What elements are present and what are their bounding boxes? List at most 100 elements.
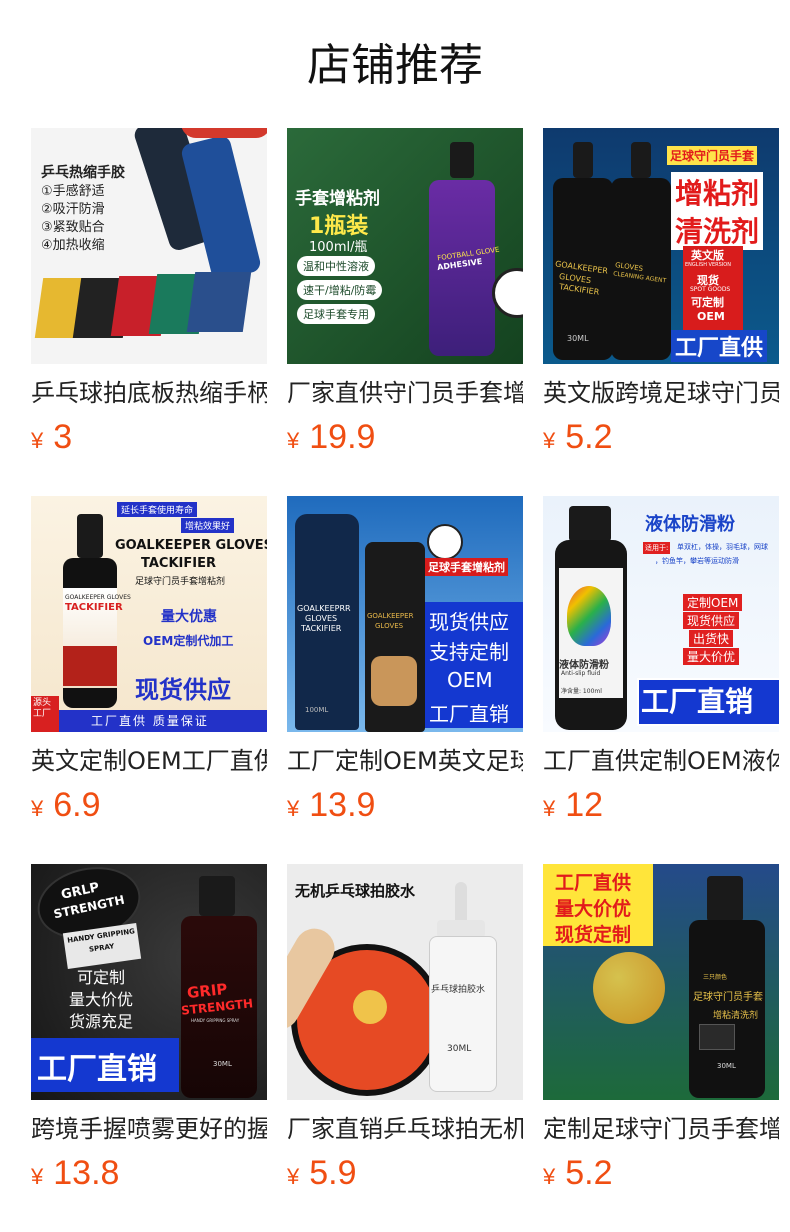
image-text: 乒乓热缩手胶 — [41, 165, 125, 181]
image-text: 源头工厂 — [33, 698, 52, 719]
product-card[interactable]: 工厂直供 量大价优 现货定制 三只颜色 足球守门员手套 增粘清洗剂 30ML 定… — [543, 864, 779, 1192]
image-text: 30ML — [447, 1044, 472, 1054]
price-value: 13.9 — [309, 786, 376, 824]
image-text: GOALKEEPER GLOVES — [115, 538, 267, 553]
product-card[interactable]: GOALKEEPRR GLOVES TACKIFIER 100ML GOALKE… — [287, 496, 523, 824]
image-text: 适用于: — [643, 542, 671, 554]
image-text: GOALKEEPRR — [297, 604, 351, 613]
image-text: 100ML — [305, 706, 329, 714]
page-title: 店铺推荐 — [307, 40, 483, 91]
product-name[interactable]: 英文定制OEM工厂直供守门员手套增粘剂 — [31, 746, 267, 776]
image-text: 手套增粘剂 — [295, 189, 380, 209]
product-image[interactable]: 工厂直供 量大价优 现货定制 三只颜色 足球守门员手套 增粘清洗剂 30ML — [543, 864, 779, 1100]
image-text: ，钓鱼竿，攀岩等运动防滑 — [655, 557, 739, 565]
image-text: 工厂直供 质量保证 — [91, 714, 209, 728]
product-card[interactable]: 无机乒乓球拍胶水 乒乓球拍胶水 30ML 厂家直销乒乓球拍无机胶水 ¥5.9 — [287, 864, 523, 1192]
product-card[interactable]: 延长手套使用寿命 增粘效果好 GOALKEEPER GLOVES TACKIFI… — [31, 496, 267, 824]
image-text: Anti-slip fluid — [561, 670, 601, 677]
product-image[interactable]: 乒乓热缩手胶 ①手感舒适 ②吸汗防滑 ③紧致贴合 ④加热收缩 — [31, 128, 267, 364]
currency-symbol: ¥ — [31, 1164, 44, 1189]
product-price: ¥5.2 — [543, 418, 613, 458]
image-text: TACKIFIER — [141, 556, 216, 571]
image-text: 净含量: 100ml — [561, 688, 602, 695]
product-price: ¥3 — [31, 418, 72, 458]
image-text: OEM定制代加工 — [143, 634, 234, 648]
image-text: 单双杠，体操，羽毛球，网球 — [677, 543, 768, 551]
image-text: ENGLISH VERSION — [685, 262, 731, 268]
image-text: 可定制 — [691, 296, 724, 309]
image-text: ①手感舒适 — [41, 184, 105, 199]
image-text: 30ML — [213, 1060, 232, 1068]
product-name[interactable]: 厂家直销乒乓球拍无机胶水 — [287, 1114, 523, 1144]
product-name[interactable]: 英文版跨境足球守门员手套增粘剂 — [543, 378, 779, 408]
price-value: 12 — [565, 786, 604, 824]
product-name[interactable]: 工厂直供定制OEM液体防滑粉 — [543, 746, 779, 776]
image-text: 增粘清洗剂 — [713, 1011, 759, 1021]
image-text: 增粘剂 — [671, 172, 764, 212]
currency-symbol: ¥ — [287, 1164, 300, 1189]
image-text: HANDY GRIPPING SPRAY — [191, 1018, 240, 1023]
product-name[interactable]: 工厂定制OEM英文足球守门员手套增粘剂 — [287, 746, 523, 776]
product-name[interactable]: 厂家直供守门员手套增粘剂 — [287, 378, 523, 408]
image-text: 液体防滑粉 — [645, 514, 735, 535]
product-card[interactable]: 足球守门员手套 增粘剂 清洗剂 英文版 ENGLISH VERSION 现货 S… — [543, 128, 779, 456]
product-card[interactable]: 乒乓热缩手胶 ①手感舒适 ②吸汗防滑 ③紧致贴合 ④加热收缩 乒乓球拍底板热缩手… — [31, 128, 267, 456]
product-name[interactable]: 定制足球守门员手套增粘剂 — [543, 1114, 779, 1144]
product-price: ¥13.8 — [31, 1154, 119, 1194]
image-text: GLOVES — [305, 614, 338, 623]
currency-symbol: ¥ — [543, 1164, 556, 1189]
image-text: GOALKEEPER — [367, 612, 414, 620]
image-text: GOALKEEPER GLOVES — [65, 594, 131, 601]
image-text: 量大价优 — [69, 990, 134, 1009]
image-text: 工厂直销 — [641, 685, 754, 718]
image-text: 出货快 — [689, 630, 734, 647]
currency-symbol: ¥ — [287, 428, 300, 453]
product-card[interactable]: 手套增粘剂 1瓶装 100ml/瓶 温和中性溶液 速干/增粘/防霉 足球手套专用… — [287, 128, 523, 456]
image-text: 现货供应 — [429, 610, 509, 634]
image-text: TACKIFIER — [301, 624, 342, 633]
image-text: 延长手套使用寿命 — [117, 502, 198, 517]
product-image[interactable]: 手套增粘剂 1瓶装 100ml/瓶 温和中性溶液 速干/增粘/防霉 足球手套专用… — [287, 128, 523, 364]
product-image[interactable]: 无机乒乓球拍胶水 乒乓球拍胶水 30ML — [287, 864, 523, 1100]
product-image[interactable]: GRLP STRENGTH HANDY GRIPPING SPRAY 可定制 量… — [31, 864, 267, 1100]
image-text: 支持定制 — [429, 640, 509, 664]
image-text: 三只颜色 — [703, 974, 728, 981]
image-text: 足球守门员手套 — [667, 146, 758, 165]
product-card[interactable]: GRLP STRENGTH HANDY GRIPPING SPRAY 可定制 量… — [31, 864, 267, 1192]
product-price: ¥19.9 — [287, 418, 375, 458]
currency-symbol: ¥ — [31, 796, 44, 821]
image-text: 工厂直供 — [671, 330, 768, 362]
image-text: 100ml/瓶 — [309, 240, 368, 255]
product-image[interactable]: GOALKEEPRR GLOVES TACKIFIER 100ML GOALKE… — [287, 496, 523, 732]
product-image[interactable]: 延长手套使用寿命 增粘效果好 GOALKEEPER GLOVES TACKIFI… — [31, 496, 267, 732]
image-text: TACKIFIER — [65, 602, 123, 613]
product-image[interactable]: 足球守门员手套 增粘剂 清洗剂 英文版 ENGLISH VERSION 现货 S… — [543, 128, 779, 364]
image-text: 量大优惠 — [161, 609, 217, 625]
image-text: SPOT GOODS — [690, 286, 731, 293]
product-card[interactable]: 液体防滑粉 Anti-slip fluid 净含量: 100ml 液体防滑粉 适… — [543, 496, 779, 824]
image-text: 乒乓球拍胶水 — [431, 985, 486, 995]
product-name[interactable]: 跨境手握喷雾更好的握力 — [31, 1114, 267, 1144]
image-text: GLOVES — [375, 622, 404, 630]
image-text: 30ML — [717, 1062, 736, 1070]
price-value: 3 — [53, 418, 73, 456]
image-text: 增粘效果好 — [181, 518, 235, 533]
image-text: 足球守门员手套增粘剂 — [135, 577, 226, 587]
image-text: 足球守门员手套 — [693, 992, 763, 1003]
price-value: 5.9 — [309, 1154, 357, 1192]
image-text: 现货供应 — [683, 612, 740, 629]
image-text: 可定制 — [77, 968, 126, 987]
image-text: 工厂直供 — [555, 872, 632, 894]
price-value: 19.9 — [309, 418, 376, 456]
image-text: 货源充足 — [69, 1012, 134, 1031]
image-text: 温和中性溶液 — [297, 256, 375, 276]
image-text: 足球手套专用 — [297, 304, 375, 324]
price-value: 13.8 — [53, 1154, 120, 1192]
product-name[interactable]: 乒乓球拍底板热缩手柄套 — [31, 378, 267, 408]
product-image[interactable]: 液体防滑粉 Anti-slip fluid 净含量: 100ml 液体防滑粉 适… — [543, 496, 779, 732]
image-text: 清洗剂 — [671, 210, 764, 250]
image-text: 定制OEM — [683, 594, 743, 611]
image-text: 工厂直销 — [429, 702, 509, 726]
image-text: 液体防滑粉 — [559, 660, 609, 671]
product-grid: 乒乓热缩手胶 ①手感舒适 ②吸汗防滑 ③紧致贴合 ④加热收缩 乒乓球拍底板热缩手… — [31, 128, 779, 1192]
